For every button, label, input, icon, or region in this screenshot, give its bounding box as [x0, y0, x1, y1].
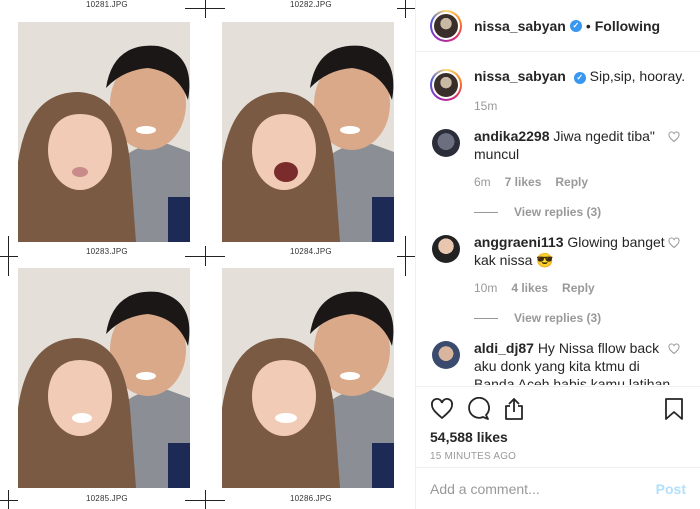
crop-mark: [205, 490, 206, 509]
comment-input[interactable]: [430, 480, 656, 497]
avatar[interactable]: [430, 69, 462, 101]
photo-label: 10286.JPG: [290, 494, 332, 503]
heart-icon[interactable]: [430, 397, 454, 421]
selfie-photo: [18, 268, 190, 488]
header-separator: •: [585, 17, 591, 34]
photo-label: 10285.JPG: [86, 494, 128, 503]
crop-mark: [397, 8, 415, 9]
comment-username[interactable]: andika2298: [474, 128, 550, 144]
crop-mark: [0, 500, 18, 501]
verified-badge-icon: ✓: [569, 19, 582, 32]
comment-item: anggraeni113 Glowing banget kak nissa 😎 …: [430, 233, 686, 327]
following-button[interactable]: Following: [595, 18, 660, 34]
comments-list[interactable]: nissa_sabyan ✓ Sip,sip, hooray. 15m andi…: [416, 53, 700, 385]
post-button[interactable]: Post: [656, 481, 686, 497]
caption: nissa_sabyan ✓ Sip,sip, hooray. 15m: [430, 67, 686, 115]
reply-button[interactable]: Reply: [555, 173, 588, 191]
likes-count[interactable]: 54,588 likes: [430, 429, 686, 445]
comment-likes[interactable]: 7 likes: [505, 173, 542, 191]
selfie-photo: [18, 22, 190, 242]
avatar[interactable]: [432, 341, 460, 369]
crop-mark: [0, 256, 18, 257]
selfie-photo: [222, 22, 394, 242]
header-username[interactable]: nissa_sabyan: [474, 18, 566, 34]
photo-label: 10282.JPG: [290, 0, 332, 9]
crop-mark: [205, 0, 206, 18]
bookmark-icon[interactable]: [662, 397, 686, 421]
view-replies-label: View replies (3): [514, 311, 602, 325]
avatar[interactable]: [430, 9, 462, 42]
avatar[interactable]: [432, 235, 460, 263]
caption-time[interactable]: 15m: [474, 97, 685, 115]
add-comment-bar: Post: [416, 467, 700, 509]
crop-mark: [397, 256, 415, 257]
comment-time[interactable]: 6m: [474, 173, 491, 191]
view-replies-label: View replies (3): [514, 205, 602, 219]
view-replies-button[interactable]: View replies (3): [474, 203, 674, 221]
photo-label: 10283.JPG: [86, 247, 128, 256]
comment-username[interactable]: anggraeni113: [474, 234, 564, 250]
divider: [474, 211, 498, 213]
comment-username[interactable]: aldi_dj87: [474, 340, 534, 356]
photo-sheet: 10281.JPG 10282.JPG 10283.JPG 10284.JPG …: [0, 0, 415, 509]
crop-mark: [205, 246, 206, 266]
comment-time[interactable]: 10m: [474, 279, 497, 297]
view-replies-button[interactable]: View replies (3): [474, 309, 674, 327]
divider: [474, 317, 498, 319]
post-timestamp: 15 MINUTES AGO: [430, 451, 517, 462]
verified-badge-icon: ✓: [573, 72, 586, 84]
comment-item: aldi_dj87 Hy Nissa fllow back aku donk y…: [430, 339, 686, 385]
reply-button[interactable]: Reply: [562, 279, 595, 297]
comment-likes[interactable]: 4 likes: [511, 279, 548, 297]
post-header: nissa_sabyan ✓ • Following: [416, 0, 700, 52]
post-panel: nissa_sabyan ✓ • Following nissa_sabyan …: [415, 0, 700, 509]
comment-item: andika2298 Jiwa ngedit tiba" muncul 6m 7…: [430, 127, 686, 221]
comment-icon[interactable]: [466, 397, 490, 421]
post-actions: 54,588 likes 15 MINUTES AGO: [416, 386, 700, 462]
caption-text: Sip,sip, hooray.: [589, 68, 686, 84]
caption-username[interactable]: nissa_sabyan: [474, 68, 566, 84]
photo-label: 10281.JPG: [86, 0, 128, 9]
avatar[interactable]: [432, 129, 460, 157]
like-comment-heart-icon[interactable]: [668, 131, 680, 143]
share-icon[interactable]: [502, 397, 526, 421]
selfie-photo: [222, 268, 394, 488]
photo-label: 10284.JPG: [290, 247, 332, 256]
like-comment-heart-icon[interactable]: [668, 237, 680, 249]
crop-mark: [405, 0, 406, 18]
like-comment-heart-icon[interactable]: [668, 343, 680, 355]
